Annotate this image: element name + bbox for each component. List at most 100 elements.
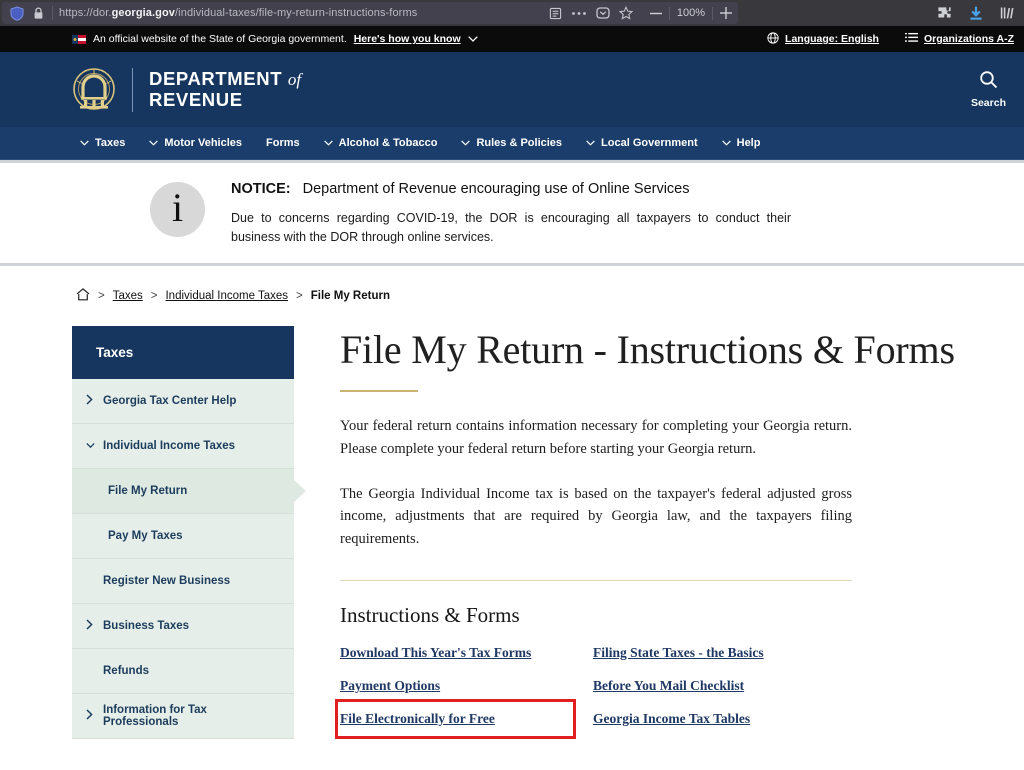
chevron-down-icon — [80, 137, 89, 149]
bookmark-star-icon[interactable] — [619, 6, 633, 20]
sidebar-item-business-taxes[interactable]: Business Taxes — [72, 604, 294, 649]
forms-links-grid: Download This Year's Tax Forms Filing St… — [340, 645, 990, 727]
browser-chrome: https://dor.georgia.gov/individual-taxes… — [0, 0, 1024, 26]
chevron-down-icon[interactable] — [468, 33, 478, 45]
organizations-link[interactable]: Organizations A-Z — [905, 32, 1014, 46]
sidebar-item-label: Georgia Tax Center Help — [103, 395, 236, 407]
address-bar[interactable]: https://dor.georgia.gov/individual-taxes… — [2, 2, 738, 24]
language-label[interactable]: Language: English — [785, 33, 879, 45]
nav-label: Alcohol & Tobacco — [339, 137, 438, 149]
globe-icon — [767, 32, 779, 47]
lock-icon[interactable] — [30, 5, 46, 21]
pocket-icon[interactable] — [596, 6, 610, 20]
breadcrumb-separator: > — [98, 290, 105, 302]
brand-of: of — [288, 70, 301, 89]
language-selector[interactable]: Language: English — [767, 32, 879, 47]
sidebar-title: Taxes — [72, 326, 294, 379]
georgia-seal-icon — [72, 67, 116, 113]
sidebar-item-file-my-return[interactable]: File My Return — [72, 469, 294, 514]
sidebar-item-georgia-tax-center-help[interactable]: Georgia Tax Center Help — [72, 379, 294, 424]
chevron-right-icon — [86, 709, 95, 723]
gov-banner: An official website of the State of Geor… — [0, 26, 1024, 52]
library-icon[interactable] — [1000, 6, 1014, 20]
organizations-label[interactable]: Organizations A-Z — [924, 33, 1014, 45]
how-you-know-link[interactable]: Here's how you know — [354, 33, 461, 45]
zoom-level-label[interactable]: 100% — [677, 7, 705, 19]
link-georgia-income-tax-tables[interactable]: Georgia Income Tax Tables — [593, 711, 750, 727]
sidebar-item-information-for-tax-professionals[interactable]: Information for Tax Professionals — [72, 694, 294, 739]
sidebar-item-pay-my-taxes[interactable]: Pay My Taxes — [72, 514, 294, 559]
downloads-icon[interactable] — [969, 6, 983, 21]
nav-label: Local Government — [601, 137, 698, 149]
nav-label: Help — [737, 137, 761, 149]
nav-label: Forms — [266, 137, 300, 149]
chevron-down-icon — [722, 137, 731, 149]
extensions-puzzle-icon[interactable] — [937, 6, 952, 21]
url-prefix: https://dor. — [59, 7, 112, 19]
reader-mode-icon[interactable] — [549, 7, 562, 20]
nav-item-alcohol-tobacco[interactable]: Alcohol & Tobacco — [312, 127, 450, 160]
brand-title: DEPARTMENT of REVENUE — [149, 69, 301, 110]
url-text: https://dor.georgia.gov/individual-taxes… — [59, 7, 417, 19]
sidebar-item-individual-income-taxes[interactable]: Individual Income Taxes — [72, 424, 294, 469]
nav-item-rules-policies[interactable]: Rules & Policies — [449, 127, 574, 160]
more-options-icon[interactable] — [571, 11, 587, 16]
list-icon — [905, 32, 918, 46]
breadcrumb: > Taxes > Individual Income Taxes > File… — [0, 266, 1024, 304]
intro-paragraph-2: The Georgia Individual Income tax is bas… — [340, 483, 852, 550]
breadcrumb-separator: > — [296, 290, 303, 302]
link-file-electronically-for-free[interactable]: File Electronically for Free — [338, 702, 573, 736]
nav-label: Taxes — [95, 137, 125, 149]
breadcrumb-item-individual-income-taxes[interactable]: Individual Income Taxes — [165, 290, 288, 302]
info-icon: i — [150, 182, 205, 237]
site-notice: i NOTICE: Department of Revenue encouragi… — [0, 160, 1024, 266]
home-icon[interactable] — [76, 288, 90, 304]
link-before-you-mail-checklist[interactable]: Before You Mail Checklist — [593, 678, 744, 694]
brand-line-1: DEPARTMENT — [149, 68, 282, 89]
main-content: File My Return - Instructions & Forms Yo… — [294, 326, 1024, 739]
nav-item-motor-vehicles[interactable]: Motor Vehicles — [137, 127, 254, 160]
georgia-flag-icon — [72, 35, 86, 44]
section-divider — [340, 580, 852, 581]
notice-keyword: NOTICE: — [231, 181, 291, 197]
notice-headline: Department of Revenue encouraging use of… — [303, 181, 690, 197]
forms-section-heading: Instructions & Forms — [340, 603, 990, 628]
shield-icon[interactable] — [8, 5, 26, 21]
site-header: DEPARTMENT of REVENUE Search — [0, 52, 1024, 127]
zoom-in-icon[interactable] — [720, 7, 732, 19]
nav-item-help[interactable]: Help — [710, 127, 773, 160]
chevron-down-icon — [461, 137, 470, 149]
url-host: georgia.gov — [112, 7, 175, 19]
sidebar-item-register-new-business[interactable]: Register New Business — [72, 559, 294, 604]
search-button[interactable]: Search — [971, 70, 1006, 109]
page-body: > Taxes > Individual Income Taxes > File… — [0, 266, 1024, 739]
link-payment-options[interactable]: Payment Options — [340, 678, 440, 694]
brand-divider — [132, 68, 133, 112]
sidebar-item-label: Pay My Taxes — [108, 530, 183, 542]
chevron-right-icon — [86, 619, 95, 633]
chrome-toolbar-right — [937, 6, 1024, 21]
nav-item-local-government[interactable]: Local Government — [574, 127, 710, 160]
sidebar-item-label: Register New Business — [103, 575, 230, 587]
title-underline-rule — [340, 390, 418, 392]
chevron-right-icon — [86, 394, 95, 408]
nav-label: Rules & Policies — [476, 137, 562, 149]
sidebar-item-label: Information for Tax Professionals — [103, 704, 282, 728]
chevron-down-icon — [586, 137, 595, 149]
breadcrumb-item-taxes[interactable]: Taxes — [113, 290, 143, 302]
nav-item-forms[interactable]: Forms — [254, 127, 312, 160]
gov-banner-text: An official website of the State of Geor… — [93, 33, 347, 45]
link-download-tax-forms[interactable]: Download This Year's Tax Forms — [340, 645, 531, 661]
nav-item-taxes[interactable]: Taxes — [68, 127, 137, 160]
chevron-down-icon — [149, 137, 158, 149]
link-filing-state-taxes-basics[interactable]: Filing State Taxes - the Basics — [593, 645, 764, 661]
intro-paragraph-1: Your federal return contains information… — [340, 415, 852, 460]
notice-body: Due to concerns regarding COVID-19, the … — [231, 209, 791, 248]
site-logo[interactable]: DEPARTMENT of REVENUE — [72, 67, 301, 113]
chevron-down-icon — [86, 440, 95, 452]
notice-title: NOTICE: Department of Revenue encouraging… — [231, 181, 791, 197]
sidebar-item-label: Refunds — [103, 665, 149, 677]
sidebar-item-refunds[interactable]: Refunds — [72, 649, 294, 694]
zoom-out-icon[interactable] — [650, 12, 662, 15]
search-icon — [979, 70, 998, 94]
